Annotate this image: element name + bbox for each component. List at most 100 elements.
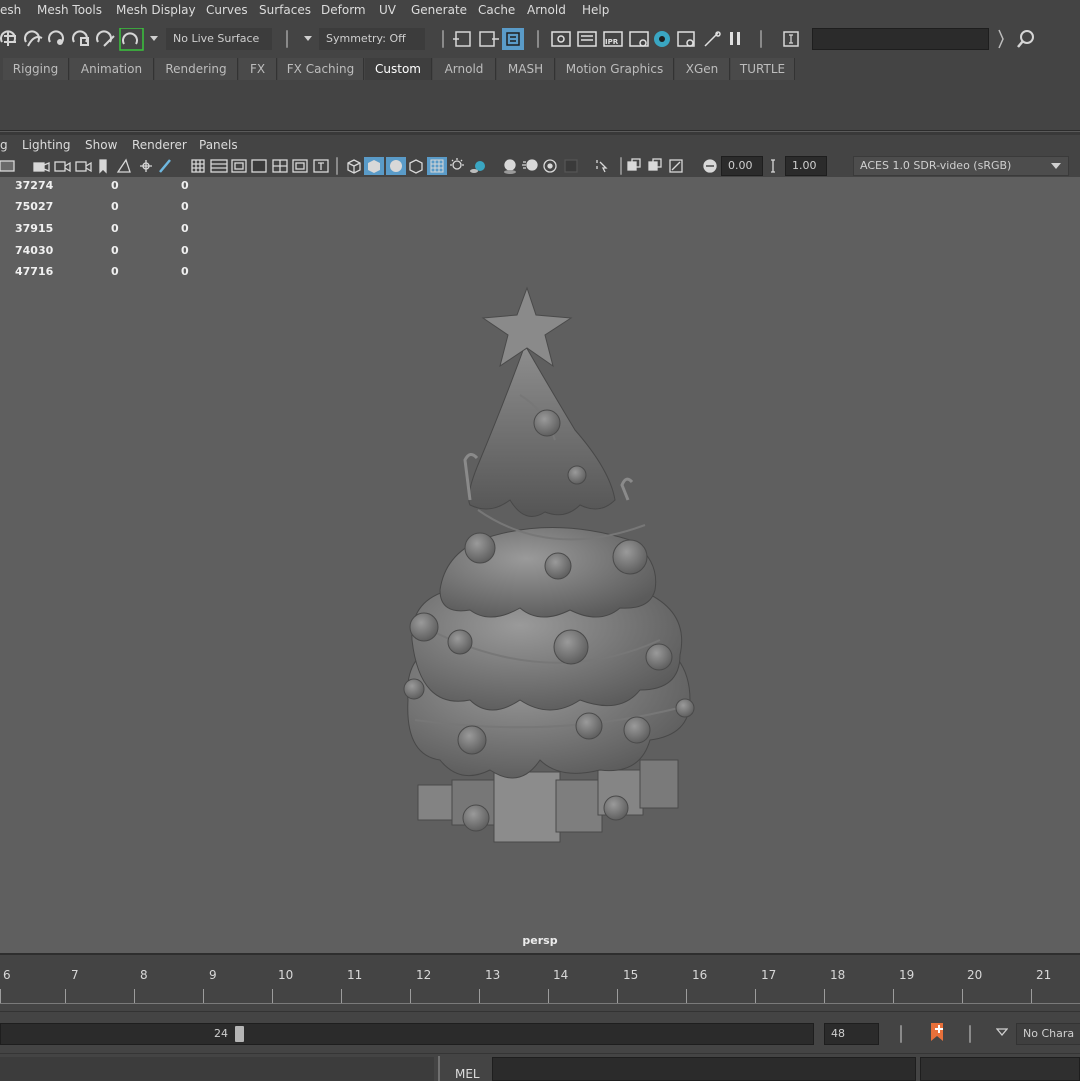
time-slider[interactable]: 6 7 8 9 10 11 12 13 14 15 16 17 18 19 20… xyxy=(0,953,1080,1013)
image-plane-icon[interactable] xyxy=(116,158,131,173)
pause-icon[interactable] xyxy=(730,32,740,45)
input-ops-icon[interactable] xyxy=(453,31,471,47)
gamma-icon[interactable] xyxy=(771,159,775,173)
gate-mask-icon[interactable] xyxy=(251,159,267,173)
command-line-bar: MEL xyxy=(0,1053,1080,1081)
snap-to-grid-icon[interactable] xyxy=(0,30,16,46)
input-line-field[interactable] xyxy=(812,28,989,50)
menu-mesh-display[interactable]: Mesh Display xyxy=(116,3,196,17)
tab-fx-caching[interactable]: FX Caching xyxy=(278,58,364,80)
tab-mash[interactable]: MASH xyxy=(497,58,555,80)
field-chart-icon[interactable] xyxy=(272,159,288,173)
menu-help[interactable]: Help xyxy=(582,3,609,17)
tab-turtle[interactable]: TURTLE xyxy=(731,58,795,80)
tab-animation[interactable]: Animation xyxy=(70,58,154,80)
chevron-down-icon[interactable] xyxy=(303,35,313,43)
color-space-dropdown[interactable]: ACES 1.0 SDR-video (sRGB) xyxy=(853,156,1069,176)
tab-custom[interactable]: Custom xyxy=(365,58,432,80)
christmas-tree-model[interactable] xyxy=(390,277,710,857)
auto-keyframe-icon[interactable] xyxy=(928,1021,948,1045)
multisample-aa-icon[interactable] xyxy=(543,159,557,173)
make-live-icon[interactable] xyxy=(122,32,138,45)
menu-surfaces[interactable]: Surfaces xyxy=(259,3,311,17)
depth-of-field-icon[interactable] xyxy=(564,159,578,173)
menu-arnold[interactable]: Arnold xyxy=(527,3,566,17)
tab-xgen[interactable]: XGen xyxy=(675,58,730,80)
tab-rendering[interactable]: Rendering xyxy=(155,58,238,80)
panel-menu-lighting[interactable]: Lighting xyxy=(22,138,71,152)
panel-menu-show[interactable]: Show xyxy=(85,138,117,152)
panel-menu-panels[interactable]: Panels xyxy=(199,138,238,152)
select-camera-icon[interactable] xyxy=(0,160,15,172)
render-view-icon[interactable] xyxy=(551,31,571,47)
exposure-icon[interactable] xyxy=(703,159,717,173)
3d-viewport[interactable]: 37274 0 0 75027 0 0 37915 0 0 74030 0 0 … xyxy=(0,177,1080,953)
search-icon[interactable] xyxy=(1015,28,1037,50)
collapse-handle-icon[interactable] xyxy=(997,28,1005,50)
tab-rigging[interactable]: Rigging xyxy=(3,58,69,80)
grease-pencil-icon[interactable] xyxy=(159,159,171,173)
menu-curves[interactable]: Curves xyxy=(206,3,248,17)
menu-mesh[interactable]: esh xyxy=(0,3,21,17)
shelf-content-area[interactable] xyxy=(0,80,1080,131)
panel-menu-shading[interactable]: g xyxy=(0,138,8,152)
render-settings-icon[interactable] xyxy=(629,31,649,47)
camera-attributes-icon[interactable] xyxy=(33,162,50,172)
range-end-field[interactable]: 48 xyxy=(824,1023,879,1045)
bookmarks-icon[interactable] xyxy=(54,161,71,173)
toolbar-separator xyxy=(336,157,338,175)
safe-title-icon[interactable] xyxy=(313,159,329,173)
input-line-mode-icon[interactable] xyxy=(782,30,802,48)
render-setup-icon[interactable] xyxy=(677,31,695,47)
grid-icon[interactable] xyxy=(191,159,205,173)
chevron-down-icon[interactable] xyxy=(149,35,159,43)
character-set-field[interactable]: No Chara xyxy=(1016,1023,1080,1045)
construction-history-icon[interactable] xyxy=(502,28,524,50)
output-ops-icon[interactable] xyxy=(479,31,499,47)
snap-to-projected-center-icon[interactable] xyxy=(72,30,89,46)
film-gate-icon[interactable] xyxy=(210,159,228,173)
snap-to-curve-icon[interactable] xyxy=(24,30,43,47)
frame-tick xyxy=(962,989,963,1004)
textured-icon[interactable] xyxy=(409,159,423,174)
frame-tick xyxy=(134,989,135,1004)
playback-range-slider[interactable]: 24 xyxy=(0,1023,814,1045)
menu-cache[interactable]: Cache xyxy=(478,3,515,17)
menu-deform[interactable]: Deform xyxy=(321,3,366,17)
safe-action-icon[interactable] xyxy=(292,159,308,173)
shadows-icon[interactable] xyxy=(470,161,485,173)
exposure-field[interactable]: 0.00 xyxy=(721,156,763,176)
snap-to-view-plane-icon[interactable] xyxy=(96,30,115,47)
screen-space-ao-icon[interactable] xyxy=(504,159,516,174)
main-menu-bar: esh Mesh Tools Mesh Display Curves Surfa… xyxy=(0,0,1080,22)
chevron-down-icon[interactable] xyxy=(996,1028,1008,1036)
tab-fx[interactable]: FX xyxy=(239,58,277,80)
render-current-frame-icon[interactable] xyxy=(577,31,597,47)
tab-arnold[interactable]: Arnold xyxy=(433,58,496,80)
isolate-select-icon[interactable] xyxy=(596,160,608,173)
camera-rotate-icon[interactable] xyxy=(669,159,683,173)
use-all-lights-icon[interactable] xyxy=(450,158,464,170)
menu-uv[interactable]: UV xyxy=(379,3,396,17)
wireframe-icon[interactable] xyxy=(347,159,361,174)
live-surface-field[interactable]: No Live Surface xyxy=(166,28,272,50)
menu-generate[interactable]: Generate xyxy=(411,3,467,17)
range-slider-handle[interactable] xyxy=(235,1026,244,1042)
resolution-gate-icon[interactable] xyxy=(231,159,247,173)
tab-motion-graphics[interactable]: Motion Graphics xyxy=(556,58,674,80)
camera-tumble-icon[interactable] xyxy=(75,161,92,173)
symmetry-field[interactable]: Symmetry: Off xyxy=(319,28,425,50)
light-editor-icon[interactable] xyxy=(704,31,721,47)
menu-mesh-tools[interactable]: Mesh Tools xyxy=(37,3,102,17)
gamma-field[interactable]: 1.00 xyxy=(785,156,827,176)
motion-blur-icon[interactable] xyxy=(522,159,538,171)
panel-menu-renderer[interactable]: Renderer xyxy=(132,138,187,152)
chevron-down-icon[interactable] xyxy=(1050,162,1062,170)
xray-active-components-icon[interactable] xyxy=(648,158,662,171)
snap-to-point-icon[interactable] xyxy=(48,30,64,45)
command-input-field[interactable] xyxy=(492,1057,916,1081)
script-language-toggle[interactable]: MEL xyxy=(455,1067,480,1081)
bookmark-icon[interactable] xyxy=(99,159,107,174)
2d-pan-zoom-icon[interactable] xyxy=(140,160,152,172)
xray-joints-icon[interactable] xyxy=(627,158,641,171)
